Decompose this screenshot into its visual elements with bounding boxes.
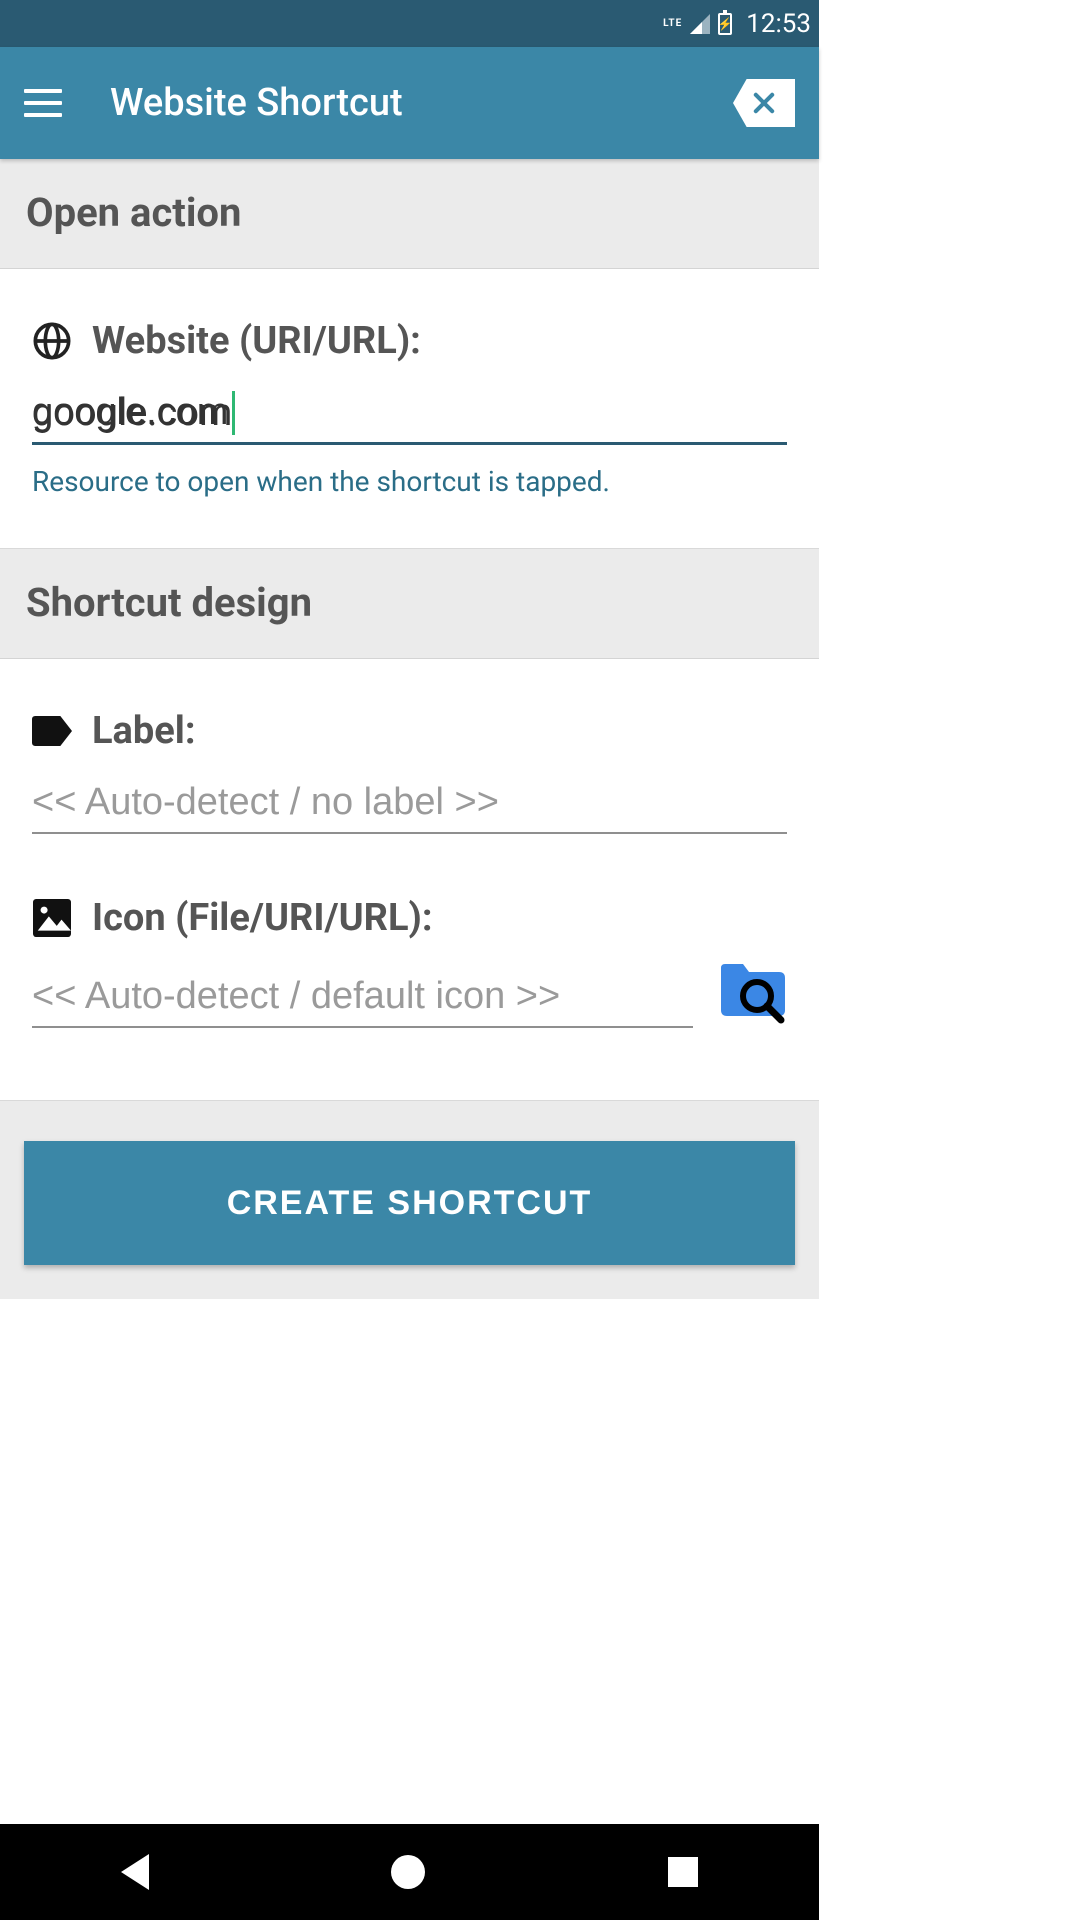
close-button[interactable] (733, 79, 795, 127)
label-icon (32, 711, 72, 751)
website-helper-text: Resource to open when the shortcut is ta… (32, 465, 787, 498)
close-icon (750, 89, 778, 117)
battery-icon: ⚡ (718, 13, 732, 35)
network-type-label: LTE (663, 18, 682, 29)
clock-label: 12:53 (746, 9, 811, 39)
website-label: Website (URI/URL): (92, 319, 421, 363)
page-title: Website Shortcut (110, 81, 403, 125)
nav-home-button[interactable] (391, 1855, 425, 1889)
icon-field-label: Icon (File/URI/URL): (92, 896, 433, 940)
section-header-open-action: Open action (0, 159, 819, 269)
label-field-label: Label: (92, 709, 196, 753)
browse-icon-button[interactable] (717, 962, 787, 1024)
globe-icon (32, 321, 72, 361)
icon-field-group: Icon (File/URI/URL): (32, 896, 787, 1028)
action-area: CREATE SHORTCUT (0, 1101, 819, 1299)
create-shortcut-button[interactable]: CREATE SHORTCUT (24, 1141, 795, 1265)
open-action-card: Website (URI/URL): google.com Resource t… (0, 269, 819, 549)
label-input[interactable] (32, 775, 787, 834)
status-bar: LTE ⚡ 12:53 (0, 0, 819, 47)
folder-search-icon (717, 962, 787, 1024)
nav-back-button[interactable] (121, 1854, 149, 1890)
nav-recent-button[interactable] (668, 1857, 698, 1887)
icon-input[interactable] (32, 969, 693, 1028)
shortcut-design-card: Label: Icon (File/URI/URL): (0, 659, 819, 1101)
signal-icon (690, 14, 710, 34)
section-header-shortcut-design: Shortcut design (0, 549, 819, 659)
android-nav-bar (0, 1824, 819, 1920)
website-input[interactable] (32, 385, 787, 445)
website-field-group: Website (URI/URL): google.com Resource t… (32, 319, 787, 498)
app-bar: Website Shortcut (0, 47, 819, 159)
image-icon (32, 898, 72, 938)
label-field-group: Label: (32, 709, 787, 834)
menu-icon[interactable] (24, 89, 62, 117)
